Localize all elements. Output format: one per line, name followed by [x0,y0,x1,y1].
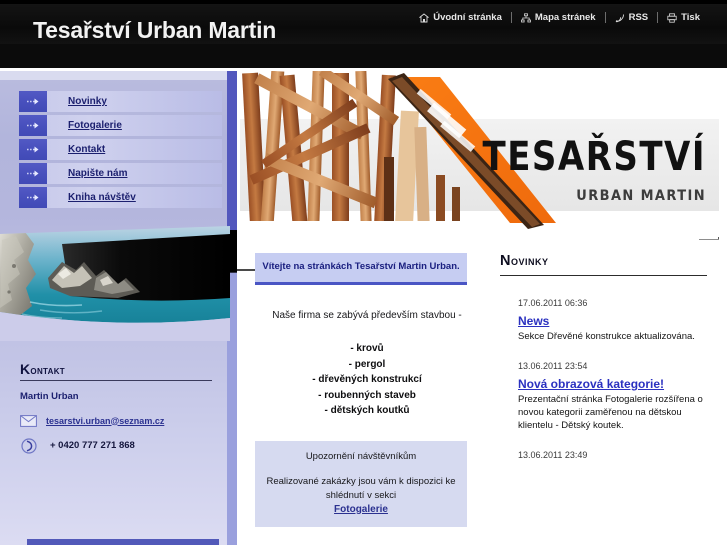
sidebar-item-kontakt[interactable]: Kontakt [19,139,222,160]
topnav-label-sitemap: Mapa stránek [534,12,596,23]
news-date: 13.06.2011 23:54 [518,361,588,371]
topnav-label-rss: RSS [628,12,649,23]
svg-text:TESAŘSTVÍ: TESAŘSTVÍ [483,132,706,179]
print-icon [667,12,677,23]
news-heading-cap: N [500,253,511,269]
news-column: Novinky 17.06.2011 06:36 News Sekce Dřev… [500,253,715,478]
welcome-banner: Vítejte na stránkách Tesařství Martin Ur… [255,253,467,285]
page-title: Tesařství Urban Martin [33,17,277,43]
arrow-right-icon [19,139,47,160]
arrow-right-icon [19,187,47,208]
service-item: - dětských koutků [324,405,410,416]
sidebar-label-fotogalerie: Fotogalerie [68,120,122,131]
sidebar-decorative-photo [0,226,230,341]
sidebar-label-napiste-nam: Napište nám [68,168,128,179]
svg-text:URBAN MARTIN: URBAN MARTIN [576,187,706,204]
sidebar-label-kontakt: Kontakt [68,144,106,155]
phone-icon [20,437,37,454]
news-heading: Novinky [500,253,715,275]
sidebar-item-kniha-navstev[interactable]: Kniha návštěv [19,187,222,208]
topnav-item-home[interactable]: Úvodní stránka [410,12,511,23]
news-body: Sekce Dřevěné konstrukce aktualizována. [518,331,695,342]
contact-heading-rest: ontakt [30,363,65,377]
sidebar: Novinky Fotogalerie Kontakt Napište nám [0,71,237,545]
topnav-label-print: Tisk [681,12,700,23]
news-title-link[interactable]: Nová obrazová kategorie! [518,377,664,391]
news-item: 13.06.2011 23:49 [518,450,708,460]
page-root: Tesařství Urban Martin Úvodní stránka Ma… [0,0,727,545]
contact-heading: Kontakt [20,361,212,380]
arrow-right-icon [19,163,47,184]
sidebar-item-novinky[interactable]: Novinky [19,91,222,112]
news-item: 17.06.2011 06:36 News Sekce Dřevěné kons… [518,298,708,343]
sidebar-menu: Novinky Fotogalerie Kontakt Napište nám [19,91,222,211]
contact-phone-number: + 0420 777 271 868 [50,440,135,451]
news-heading-rest: ovinky [510,254,549,268]
topnav-item-sitemap[interactable]: Mapa stránek [512,12,605,23]
search-panel: Vyhledávání [27,539,219,545]
rss-icon [615,13,625,23]
sidebar-label-kniha-navstev: Kniha návštěv [68,192,136,203]
left-content-column: Vítejte na stránkách Tesařství Martin Ur… [255,253,487,527]
notice-body: Realizované zakázky jsou vám k dispozici… [266,475,456,501]
notice-fotogalerie-link[interactable]: Fotogalerie [334,504,388,515]
contact-email-row: tesarstvi.urban@seznam.cz [20,413,212,428]
home-icon [419,12,430,23]
topnav-item-print[interactable]: Tisk [658,12,709,23]
topnav-label-home: Úvodní stránka [433,12,502,23]
news-date: 13.06.2011 23:49 [518,450,588,460]
sidebar-item-fotogalerie[interactable]: Fotogalerie [19,115,222,136]
top-navigation: Úvodní stránka Mapa stránek RSS Tisk [410,12,709,23]
contact-person-name: Martin Urban [20,391,79,402]
main-content: TESAŘSTVÍ URBAN MARTIN Vítejte na stránk… [237,71,727,545]
contact-heading-cap: K [20,361,31,377]
services-list: - krovů - pergol - dřevěných konstrukcí … [255,341,479,419]
notice-box: Upozornění návštěvníkům Realizované zaká… [255,440,467,527]
sitemap-icon [520,12,531,23]
news-date: 17.06.2011 06:36 [518,298,588,308]
news-item: 13.06.2011 23:54 Nová obrazová kategorie… [518,361,708,432]
news-body: Prezentační stránka Fotogalerie rozšířen… [518,394,703,431]
topnav-item-rss[interactable]: RSS [606,12,658,23]
service-item: - pergol [348,358,386,370]
arrow-right-icon [19,91,47,112]
arrow-right-icon [19,115,47,136]
contact-section: Kontakt Martin Urban tesarstvi.urban@sez… [20,361,212,463]
sidebar-item-napiste-nam[interactable]: Napište nám [19,163,222,184]
contact-divider [20,380,212,381]
content-columns: Vítejte na stránkách Tesařství Martin Ur… [237,253,727,545]
intro-paragraph: Naše firma se zabývá především stavbou - [272,310,462,321]
news-title-link[interactable]: News [518,314,549,328]
site-header: Tesařství Urban Martin Úvodní stránka Ma… [0,0,727,68]
news-heading-divider [500,275,707,276]
contact-email-link[interactable]: tesarstvi.urban@seznam.cz [46,416,164,426]
service-item: - krovů [350,343,384,354]
content-frame-bottom-border [699,239,719,240]
notice-title: Upozornění návštěvníkům [305,450,417,462]
site-banner: TESAŘSTVÍ URBAN MARTIN [240,71,719,237]
service-item: - dřevěných konstrukcí [312,374,422,385]
sidebar-label-novinky: Novinky [68,96,107,107]
contact-phone-row: + 0420 777 271 868 [20,437,212,454]
sidebar-top-pad [0,71,237,80]
service-item: - roubenných staveb [318,389,416,401]
envelope-icon [20,413,37,428]
